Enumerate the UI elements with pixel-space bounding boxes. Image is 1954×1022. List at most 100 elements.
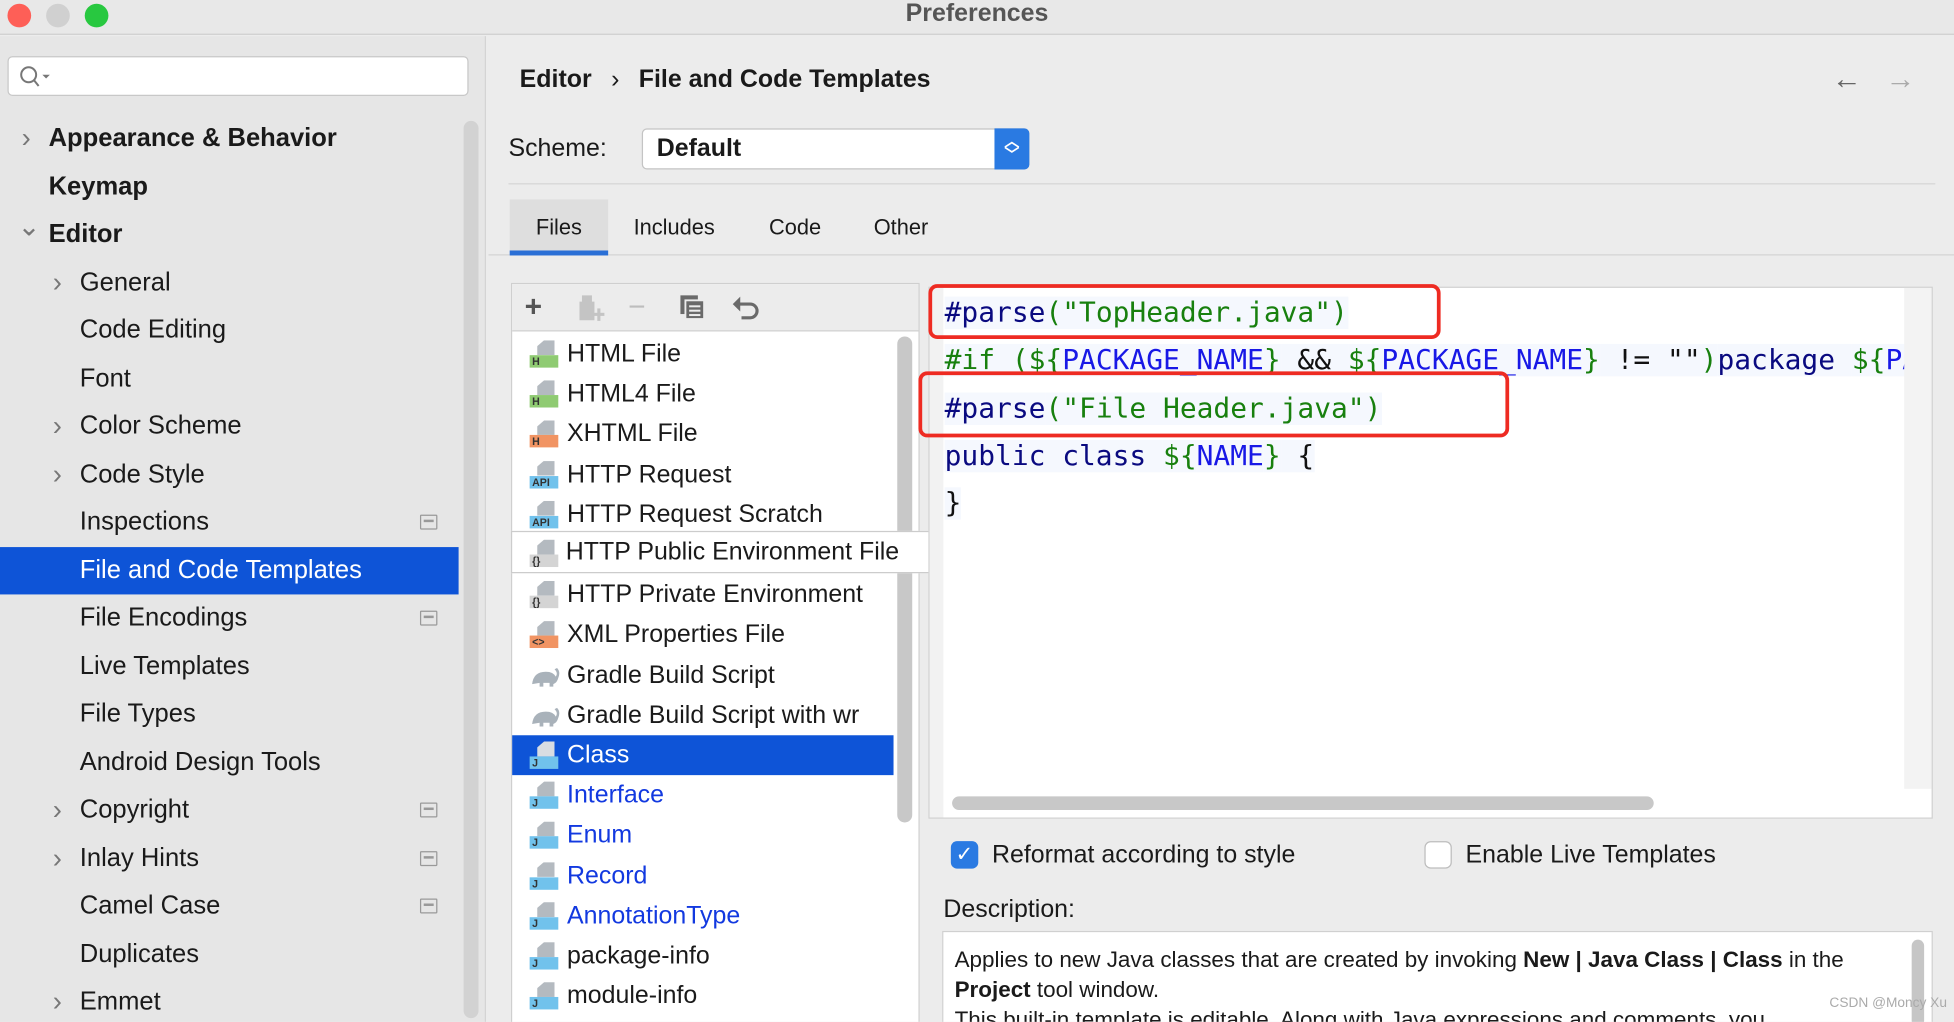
sidebar-item-editor[interactable]: ⌄ Editor <box>0 211 459 258</box>
copy-add-icon[interactable] <box>577 293 607 325</box>
template-item-gradle-build-script[interactable]: Gradle Build Script <box>512 655 893 695</box>
sidebar-item-label: Android Design Tools <box>79 747 321 776</box>
tab-code[interactable]: Code <box>748 199 843 255</box>
description-panel: Applies to new Java classes that are cre… <box>942 930 1933 1022</box>
reformat-checkbox[interactable]: ✓ <box>950 841 979 869</box>
chevron-right-icon[interactable]: › <box>49 451 66 498</box>
template-item-http-request[interactable]: API HTTP Request <box>512 454 893 494</box>
template-list-scrollbar[interactable] <box>897 336 913 823</box>
sidebar-item-label: Code Style <box>79 459 205 488</box>
code-line: } <box>944 481 961 526</box>
reformat-label[interactable]: Reformat according to style <box>992 839 1295 871</box>
template-item-html-file[interactable]: H HTML File <box>512 334 893 374</box>
chevron-right-icon[interactable]: › <box>49 403 66 450</box>
sidebar-item-inlay-hints[interactable]: › Inlay Hints <box>0 834 459 881</box>
template-item-http-request-scratch[interactable]: API HTTP Request Scratch <box>512 494 893 534</box>
template-code-editor[interactable]: #parse("TopHeader.java") #if (${PACKAGE_N… <box>928 286 1933 819</box>
sidebar-item-label: Editor <box>48 219 123 248</box>
description-text: Applies to new Java classes that are cre… <box>955 945 1882 1022</box>
template-item-label: XHTML File <box>567 420 698 448</box>
template-item-xml-properties-file[interactable]: <> XML Properties File <box>512 615 893 655</box>
template-item-label: HTTP Private Environment <box>567 580 863 609</box>
sidebar-item-copyright[interactable]: › Copyright <box>0 786 459 833</box>
project-scope-icon <box>419 514 438 530</box>
chevron-right-icon[interactable]: › <box>49 259 66 306</box>
live-templates-label[interactable]: Enable Live Templates <box>1466 839 1716 871</box>
editor-horizontal-scrollbar[interactable] <box>952 796 1654 811</box>
tab-includes[interactable]: Includes <box>613 199 735 255</box>
undo-icon[interactable] <box>732 293 762 323</box>
template-tabs: Files Includes Code Other <box>488 199 1954 256</box>
chevron-right-icon[interactable]: › <box>17 115 34 162</box>
template-item-label: HTTP Request <box>567 460 732 489</box>
template-list-toolbar: + − <box>512 284 919 332</box>
sidebar-item-label: Live Templates <box>79 651 250 680</box>
sidebar-item-file-encodings[interactable]: File Encodings <box>0 594 459 641</box>
breadcrumb-separator: › <box>611 66 620 94</box>
chevron-right-icon[interactable]: › <box>49 834 66 881</box>
project-scope-icon <box>419 802 438 818</box>
sidebar-item-keymap[interactable]: Keymap <box>0 163 459 210</box>
template-item-gradle-build-script-with-wr[interactable]: Gradle Build Script with wr <box>512 695 893 735</box>
sidebar-item-live-templates[interactable]: Live Templates <box>0 642 459 689</box>
template-item-html4-file[interactable]: H HTML4 File <box>512 374 893 414</box>
sidebar-item-label: Inspections <box>79 507 209 536</box>
chevron-down-icon[interactable]: ⌄ <box>17 211 40 243</box>
template-item-module-info[interactable]: Jmodule-info <box>512 976 893 1016</box>
sidebar-item-file-and-code-templates[interactable]: File and Code Templates <box>0 546 459 594</box>
breadcrumb-editor[interactable]: Editor <box>520 66 592 93</box>
sidebar-item-font[interactable]: Font <box>0 355 459 402</box>
plus-icon[interactable]: + <box>525 288 542 328</box>
sidebar-item-camel-case[interactable]: Camel Case <box>0 882 459 929</box>
h-file-icon: H <box>529 340 559 368</box>
xml-file-icon: <> <box>529 621 559 649</box>
api-file-icon: API <box>529 460 559 489</box>
template-item-label: Class <box>567 741 630 769</box>
sidebar-item-emmet[interactable]: › Emmet <box>0 978 459 1022</box>
arrow-right-icon[interactable]: → <box>1886 62 1916 97</box>
minus-icon[interactable]: − <box>628 288 645 328</box>
sidebar-item-color-scheme[interactable]: › Color Scheme <box>0 403 459 450</box>
sidebar-item-general[interactable]: › General <box>0 259 459 306</box>
live-templates-checkbox[interactable] <box>1424 841 1452 869</box>
tab-other[interactable]: Other <box>855 199 947 255</box>
template-item-label: HTML4 File <box>567 380 696 408</box>
sidebar-item-file-types[interactable]: File Types <box>0 690 459 737</box>
sidebar-item-appearance-behavior[interactable]: › Appearance & Behavior <box>0 115 459 162</box>
chevron-right-icon[interactable]: › <box>49 786 66 833</box>
template-item-xhtml-file[interactable]: H XHTML File <box>512 414 893 454</box>
template-item-package-info[interactable]: Jpackage-info <box>512 936 893 976</box>
title-bar: Preferences <box>0 0 1954 35</box>
sidebar-scrollbar[interactable] <box>463 120 479 1019</box>
j-file-icon: J <box>529 781 559 810</box>
template-item-annotationtype[interactable]: J AnnotationType <box>512 896 893 936</box>
j-file-icon: J <box>529 982 559 1010</box>
sidebar-item-code-style[interactable]: › Code Style <box>0 451 459 498</box>
sidebar-item-label: Appearance & Behavior <box>48 123 337 153</box>
scheme-value: Default <box>656 134 742 163</box>
template-item-record[interactable]: J Record <box>512 856 893 896</box>
duplicate-icon[interactable] <box>679 294 706 321</box>
code-token: ${ <box>1851 343 1886 377</box>
j-file-icon: J <box>529 741 559 769</box>
sidebar-item-label: General <box>79 267 171 296</box>
tab-files[interactable]: Files <box>509 199 609 256</box>
sidebar-item-android-design-tools[interactable]: Android Design Tools <box>0 738 459 785</box>
template-item-label: HTML File <box>567 340 682 368</box>
settings-search-input[interactable] <box>7 56 469 96</box>
sidebar-item-duplicates[interactable]: Duplicates <box>0 930 459 977</box>
description-fragment: tool window. <box>1030 977 1160 1002</box>
chevron-right-icon[interactable]: › <box>49 978 66 1022</box>
scheme-dropdown[interactable]: Default ︿ ﹀ <box>641 128 1030 170</box>
arrow-left-icon[interactable]: ← <box>1832 62 1862 97</box>
sidebar-item-code-editing[interactable]: Code Editing <box>0 307 459 354</box>
template-item-label: Interface <box>567 781 665 810</box>
template-item-class[interactable]: J Class <box>512 735 894 776</box>
template-item-enum[interactable]: J Enum <box>512 816 893 856</box>
template-item-label: Enum <box>567 821 633 850</box>
template-item-interface[interactable]: J Interface <box>512 775 893 815</box>
j-file-icon: J <box>529 821 559 850</box>
template-item-http-private-environment[interactable]: {} HTTP Private Environment <box>512 575 893 615</box>
sidebar-item-inspections[interactable]: Inspections <box>0 498 459 545</box>
description-fragment: Applies to new Java classes that are cre… <box>954 947 1524 973</box>
